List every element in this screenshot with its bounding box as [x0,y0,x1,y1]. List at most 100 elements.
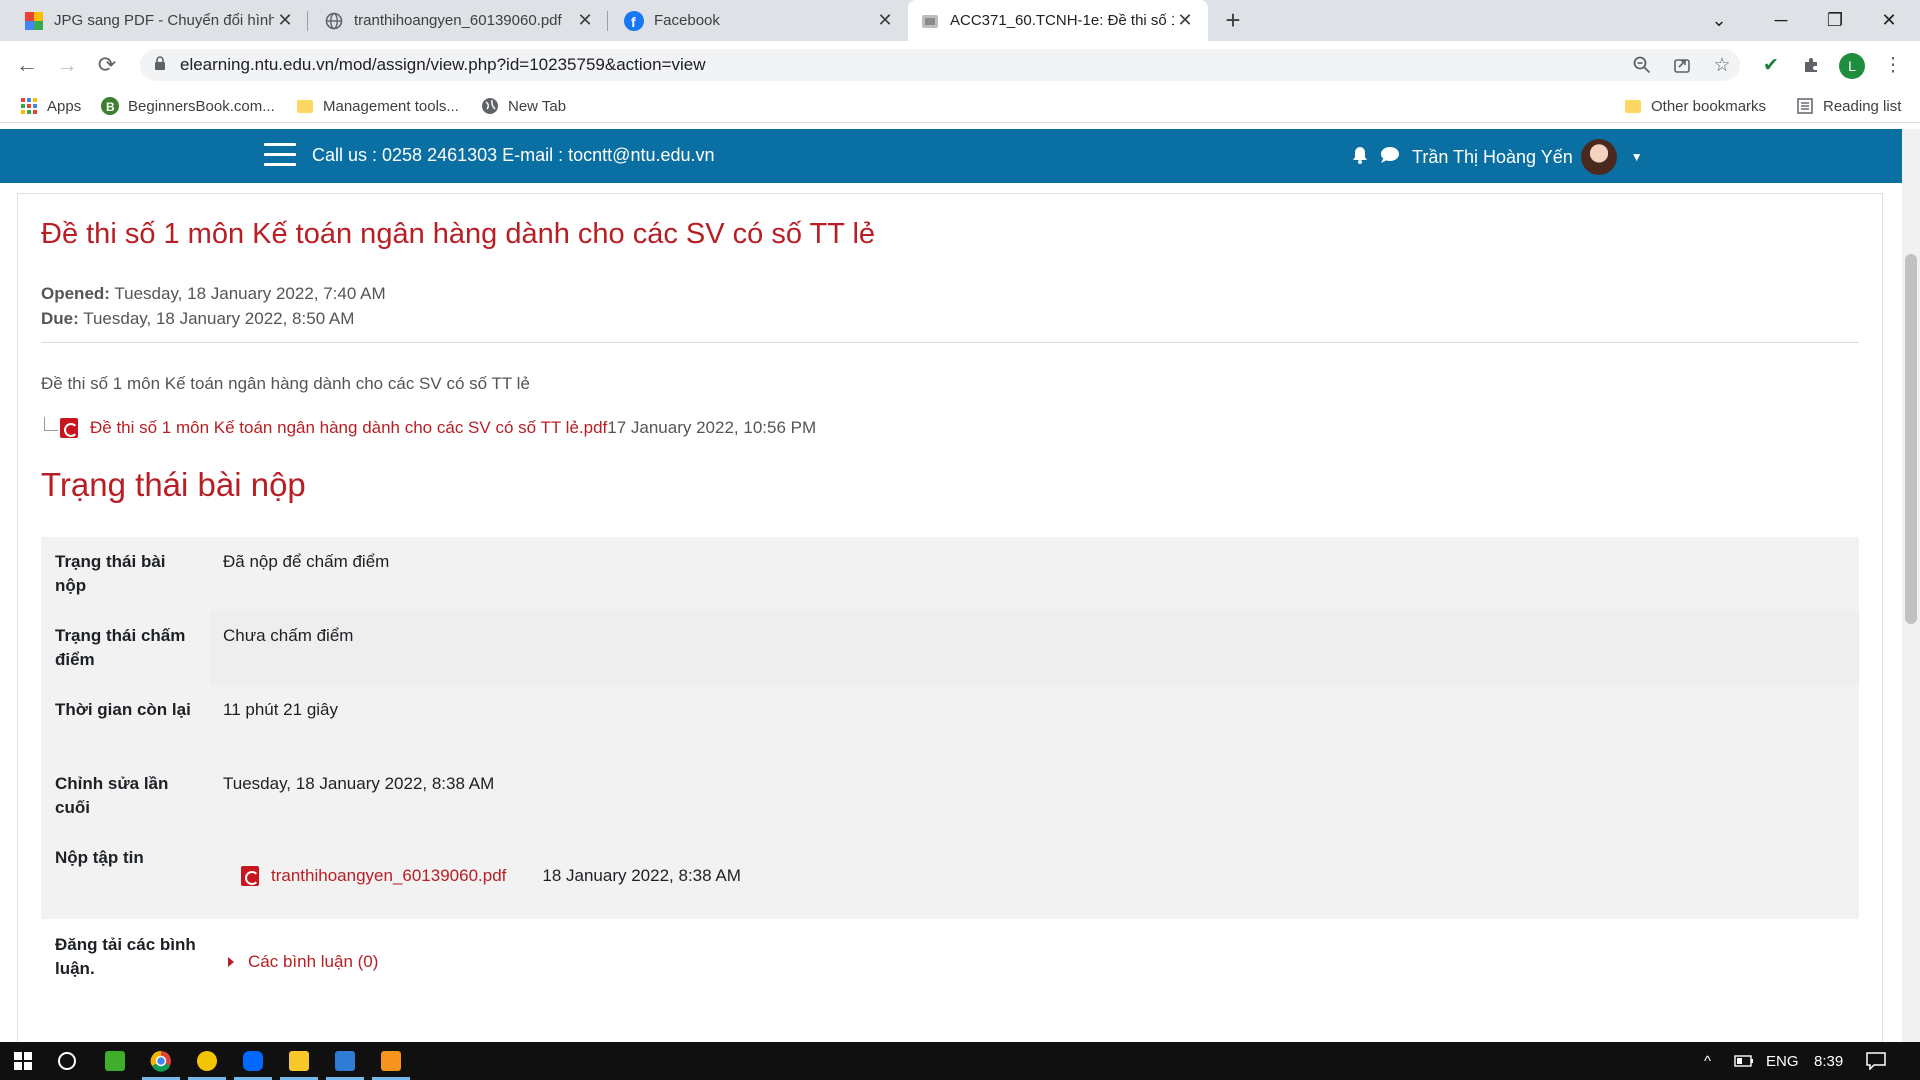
user-name[interactable]: Trần Thị Hoàng Yến [1412,147,1573,168]
bookmark-management-tools[interactable]: Management tools... [296,95,459,117]
close-tab-icon[interactable]: ✕ [1174,10,1196,31]
svg-text:f: f [631,14,636,30]
table-row: Trạng thái bài nộp Đã nộp để chấm điểm [41,537,1859,611]
bookmark-label: Management tools... [323,97,459,115]
close-tab-icon[interactable]: ✕ [574,10,596,31]
tab-title: Facebook [654,12,720,29]
scrollbar-thumb[interactable] [1905,254,1917,624]
tab-title: ACC371_60.TCNH-1e: Đề thi số 1 [950,12,1174,29]
new-tab-button[interactable]: + [1218,5,1248,35]
table-row: Chỉnh sửa lần cuối Tuesday, 18 January 2… [41,759,1859,833]
ilovepdf-icon [24,11,44,31]
language-indicator[interactable]: ENG [1766,1042,1799,1080]
row-value: Chưa chấm điểm [210,611,1859,685]
tab-search-icon[interactable]: ⌄ [1688,0,1750,41]
browser-toolbar: ← → ⟳ elearning.ntu.edu.vn/mod/assign/vi… [0,41,1920,89]
other-bookmarks[interactable]: Other bookmarks [1624,95,1766,117]
site-header: Call us : 0258 2461303 E-mail : tocntt@n… [0,129,1902,183]
extension-check-icon[interactable]: ✔ [1755,49,1787,81]
close-tab-icon[interactable]: ✕ [874,10,896,31]
avatar[interactable] [1580,139,1617,175]
pdf-icon [60,418,78,438]
bookmark-new-tab[interactable]: New Tab [481,95,566,117]
bookmark-label: New Tab [508,97,567,115]
row-label: Trạng thái chấm điểm [41,611,210,685]
tab-title: JPG sang PDF - Chuyển đổi hình [54,12,274,29]
other-bookmarks-label: Other bookmarks [1651,97,1767,115]
tab-pdf-file[interactable]: tranthihoangyen_60139060.pdf ✕ [312,0,608,41]
address-bar[interactable]: elearning.ntu.edu.vn/mod/assign/view.php… [140,49,1740,81]
row-label: Đăng tải các bình luận. [41,919,210,1005]
extensions-puzzle-icon[interactable] [1795,49,1827,81]
pdf-icon [241,866,259,886]
row-value: Các bình luận (0) [210,919,1859,1005]
row-value: Đã nộp để chấm điểm [210,537,1859,611]
attachment-line: Đề thi số 1 môn Kế toán ngân hàng dành c… [44,416,816,440]
bookmark-star-icon[interactable]: ☆ [1706,49,1738,81]
tab-jpg-to-pdf[interactable]: JPG sang PDF - Chuyển đổi hình ✕ [12,0,308,41]
reload-button[interactable]: ⟳ [91,49,123,81]
close-window-button[interactable]: ✕ [1858,0,1920,41]
zoom-icon[interactable] [1626,49,1658,81]
beginnersbook-icon: B [101,97,119,115]
folder-icon [296,97,314,115]
url-text: elearning.ntu.edu.vn/mod/assign/view.php… [180,55,706,74]
reading-list[interactable]: Reading list [1796,95,1901,117]
chat-icon[interactable] [1380,146,1400,169]
comments-toggle[interactable]: Các bình luận (0) [223,950,1846,974]
tab-strip: JPG sang PDF - Chuyển đổi hình ✕ tranthi… [0,0,1920,41]
profile-avatar[interactable]: L [1839,53,1865,79]
caret-right-icon [228,957,234,967]
chrome-icon[interactable] [138,1042,184,1080]
table-row: Thời gian còn lại 11 phút 21 giây [41,685,1859,759]
battery-icon[interactable] [1734,1042,1754,1080]
attachment-link[interactable]: Đề thi số 1 môn Kế toán ngân hàng dành c… [90,418,607,438]
submitted-file: tranthihoangyen_60139060.pdf 18 January … [241,864,1846,888]
close-tab-icon[interactable]: ✕ [274,10,296,31]
restore-button[interactable]: ❐ [1804,0,1866,41]
kebab-menu-icon[interactable]: ⋮ [1877,49,1909,81]
bookmark-beginnersbook[interactable]: B BeginnersBook.com... [101,95,275,117]
due-label: Due: [41,309,79,328]
bell-icon[interactable] [1352,146,1368,169]
facebook-icon: f [624,10,644,31]
opened-value: Tuesday, 18 January 2022, 7:40 AM [114,284,386,303]
foxit-icon[interactable] [368,1042,414,1080]
bookmark-label: Apps [47,97,82,115]
lock-icon[interactable] [140,55,180,75]
windows-start-icon[interactable] [0,1042,46,1080]
submission-status-table: Trạng thái bài nộp Đã nộp để chấm điểm T… [41,537,1859,1005]
page-title: Đề thi số 1 môn Kế toán ngân hàng dành c… [41,218,876,250]
search-circle-icon[interactable] [44,1042,90,1080]
share-icon[interactable] [1666,49,1698,81]
page-scrollbar[interactable] [1902,129,1920,1042]
file-explorer-icon[interactable] [276,1042,322,1080]
opened-label: Opened: [41,284,110,303]
moodle-icon [920,11,940,31]
camtasia-icon[interactable] [92,1042,138,1080]
row-label: Trạng thái bài nộp [41,537,210,611]
tray-chevron-icon[interactable]: ^ [1704,1042,1711,1080]
divider [41,342,1859,343]
notifications-icon[interactable] [1866,1042,1886,1080]
photos-icon[interactable] [322,1042,368,1080]
tab-facebook[interactable]: f Facebook ✕ [612,0,908,41]
zalo-icon[interactable] [230,1042,276,1080]
back-button[interactable]: ← [11,49,43,81]
page-content: Đề thi số 1 môn Kế toán ngân hàng dành c… [0,183,1902,1042]
ultraviewer-icon[interactable] [184,1042,230,1080]
assignment-dates: Opened: Tuesday, 18 January 2022, 7:40 A… [41,281,386,331]
tab-moodle-assignment[interactable]: ACC371_60.TCNH-1e: Đề thi số 1 ✕ [908,0,1208,41]
row-value: 11 phút 21 giây [210,685,1859,759]
row-label: Thời gian còn lại [41,685,210,759]
forward-button[interactable]: → [51,49,83,81]
minimize-button[interactable]: ─ [1750,0,1812,41]
row-value: Tuesday, 18 January 2022, 8:38 AM [210,759,1859,833]
submitted-file-link[interactable]: tranthihoangyen_60139060.pdf [271,864,506,888]
bookmark-apps[interactable]: Apps [20,95,81,117]
chevron-down-icon[interactable]: ▼ [1631,150,1643,164]
due-value: Tuesday, 18 January 2022, 8:50 AM [83,309,355,328]
bookmarks-bar: Apps B BeginnersBook.com... Management t… [0,89,1920,123]
clock[interactable]: 8:39 [1814,1042,1843,1080]
hamburger-menu-icon[interactable] [264,143,296,169]
